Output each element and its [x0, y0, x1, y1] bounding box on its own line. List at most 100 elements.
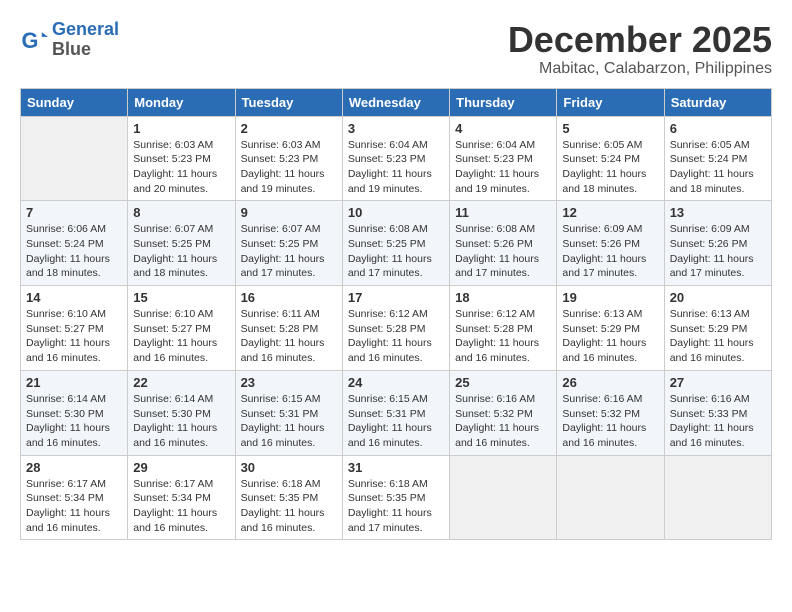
day-number: 1 — [133, 121, 229, 136]
day-number: 3 — [348, 121, 444, 136]
day-header-friday: Friday — [557, 88, 664, 116]
day-number: 2 — [241, 121, 337, 136]
day-info: Sunrise: 6:11 AMSunset: 5:28 PMDaylight:… — [241, 307, 337, 366]
day-header-sunday: Sunday — [21, 88, 128, 116]
day-info: Sunrise: 6:10 AMSunset: 5:27 PMDaylight:… — [26, 307, 122, 366]
day-info: Sunrise: 6:14 AMSunset: 5:30 PMDaylight:… — [133, 392, 229, 451]
day-number: 19 — [562, 290, 658, 305]
day-cell — [450, 455, 557, 540]
day-number: 7 — [26, 205, 122, 220]
day-number: 12 — [562, 205, 658, 220]
day-info: Sunrise: 6:17 AMSunset: 5:34 PMDaylight:… — [26, 477, 122, 536]
day-number: 29 — [133, 460, 229, 475]
day-info: Sunrise: 6:12 AMSunset: 5:28 PMDaylight:… — [348, 307, 444, 366]
day-info: Sunrise: 6:15 AMSunset: 5:31 PMDaylight:… — [348, 392, 444, 451]
day-cell: 17 Sunrise: 6:12 AMSunset: 5:28 PMDayligh… — [342, 286, 449, 371]
calendar-table: SundayMondayTuesdayWednesdayThursdayFrid… — [20, 88, 772, 541]
day-header-thursday: Thursday — [450, 88, 557, 116]
day-info: Sunrise: 6:05 AMSunset: 5:24 PMDaylight:… — [562, 138, 658, 197]
day-number: 15 — [133, 290, 229, 305]
day-number: 31 — [348, 460, 444, 475]
day-cell: 18 Sunrise: 6:12 AMSunset: 5:28 PMDayligh… — [450, 286, 557, 371]
day-cell: 26Sunrise: 6:16 AMSunset: 5:32 PMDayligh… — [557, 370, 664, 455]
day-cell: 4 Sunrise: 6:04 AMSunset: 5:23 PMDaylight… — [450, 116, 557, 201]
day-info: Sunrise: 6:13 AMSunset: 5:29 PMDaylight:… — [562, 307, 658, 366]
svg-text:G: G — [22, 28, 39, 53]
day-cell: 11Sunrise: 6:08 AMSunset: 5:26 PMDayligh… — [450, 201, 557, 286]
day-cell — [557, 455, 664, 540]
logo-icon: G — [20, 26, 48, 54]
day-cell: 1 Sunrise: 6:03 AMSunset: 5:23 PMDaylight… — [128, 116, 235, 201]
day-cell: 13 Sunrise: 6:09 AMSunset: 5:26 PMDayligh… — [664, 201, 771, 286]
day-header-monday: Monday — [128, 88, 235, 116]
day-info: Sunrise: 6:17 AMSunset: 5:34 PMDaylight:… — [133, 477, 229, 536]
day-cell: 5 Sunrise: 6:05 AMSunset: 5:24 PMDaylight… — [557, 116, 664, 201]
day-header-saturday: Saturday — [664, 88, 771, 116]
day-number: 8 — [133, 205, 229, 220]
day-number: 22 — [133, 375, 229, 390]
day-number: 18 — [455, 290, 551, 305]
day-number: 25 — [455, 375, 551, 390]
title-block: December 2025 Mabitac, Calabarzon, Phili… — [508, 20, 772, 78]
day-cell: 31 Sunrise: 6:18 AMSunset: 5:35 PMDayligh… — [342, 455, 449, 540]
day-cell: 24 Sunrise: 6:15 AMSunset: 5:31 PMDayligh… — [342, 370, 449, 455]
day-cell: 21Sunrise: 6:14 AMSunset: 5:30 PMDayligh… — [21, 370, 128, 455]
day-number: 24 — [348, 375, 444, 390]
day-cell: 14 Sunrise: 6:10 AMSunset: 5:27 PMDayligh… — [21, 286, 128, 371]
day-info: Sunrise: 6:09 AMSunset: 5:26 PMDaylight:… — [670, 222, 766, 281]
logo: G GeneralBlue — [20, 20, 119, 60]
day-info: Sunrise: 6:07 AMSunset: 5:25 PMDaylight:… — [241, 222, 337, 281]
week-row-4: 21Sunrise: 6:14 AMSunset: 5:30 PMDayligh… — [21, 370, 772, 455]
day-info: Sunrise: 6:16 AMSunset: 5:33 PMDaylight:… — [670, 392, 766, 451]
day-cell: 9 Sunrise: 6:07 AMSunset: 5:25 PMDaylight… — [235, 201, 342, 286]
day-cell: 29 Sunrise: 6:17 AMSunset: 5:34 PMDayligh… — [128, 455, 235, 540]
day-info: Sunrise: 6:08 AMSunset: 5:25 PMDaylight:… — [348, 222, 444, 281]
day-info: Sunrise: 6:05 AMSunset: 5:24 PMDaylight:… — [670, 138, 766, 197]
day-cell: 23Sunrise: 6:15 AMSunset: 5:31 PMDayligh… — [235, 370, 342, 455]
day-number: 4 — [455, 121, 551, 136]
day-number: 10 — [348, 205, 444, 220]
day-number: 28 — [26, 460, 122, 475]
day-header-wednesday: Wednesday — [342, 88, 449, 116]
day-info: Sunrise: 6:04 AMSunset: 5:23 PMDaylight:… — [455, 138, 551, 197]
day-number: 14 — [26, 290, 122, 305]
day-info: Sunrise: 6:08 AMSunset: 5:26 PMDaylight:… — [455, 222, 551, 281]
day-cell: 10 Sunrise: 6:08 AMSunset: 5:25 PMDayligh… — [342, 201, 449, 286]
day-info: Sunrise: 6:12 AMSunset: 5:28 PMDaylight:… — [455, 307, 551, 366]
day-number: 9 — [241, 205, 337, 220]
day-info: Sunrise: 6:06 AMSunset: 5:24 PMDaylight:… — [26, 222, 122, 281]
day-info: Sunrise: 6:18 AMSunset: 5:35 PMDaylight:… — [348, 477, 444, 536]
day-info: Sunrise: 6:16 AMSunset: 5:32 PMDaylight:… — [562, 392, 658, 451]
day-cell: 8Sunrise: 6:07 AMSunset: 5:25 PMDaylight… — [128, 201, 235, 286]
week-row-3: 14 Sunrise: 6:10 AMSunset: 5:27 PMDayligh… — [21, 286, 772, 371]
day-info: Sunrise: 6:13 AMSunset: 5:29 PMDaylight:… — [670, 307, 766, 366]
day-cell: 3Sunrise: 6:04 AMSunset: 5:23 PMDaylight… — [342, 116, 449, 201]
day-number: 5 — [562, 121, 658, 136]
day-cell — [21, 116, 128, 201]
day-cell: 20 Sunrise: 6:13 AMSunset: 5:29 PMDayligh… — [664, 286, 771, 371]
week-row-5: 28 Sunrise: 6:17 AMSunset: 5:34 PMDayligh… — [21, 455, 772, 540]
day-info: Sunrise: 6:03 AMSunset: 5:23 PMDaylight:… — [241, 138, 337, 197]
day-info: Sunrise: 6:15 AMSunset: 5:31 PMDaylight:… — [241, 392, 337, 451]
day-number: 13 — [670, 205, 766, 220]
day-info: Sunrise: 6:03 AMSunset: 5:23 PMDaylight:… — [133, 138, 229, 197]
day-cell — [664, 455, 771, 540]
day-cell: 25 Sunrise: 6:16 AMSunset: 5:32 PMDayligh… — [450, 370, 557, 455]
day-cell: 22 Sunrise: 6:14 AMSunset: 5:30 PMDayligh… — [128, 370, 235, 455]
day-header-tuesday: Tuesday — [235, 88, 342, 116]
day-number: 17 — [348, 290, 444, 305]
day-cell: 19 Sunrise: 6:13 AMSunset: 5:29 PMDayligh… — [557, 286, 664, 371]
day-info: Sunrise: 6:16 AMSunset: 5:32 PMDaylight:… — [455, 392, 551, 451]
day-number: 16 — [241, 290, 337, 305]
day-info: Sunrise: 6:10 AMSunset: 5:27 PMDaylight:… — [133, 307, 229, 366]
day-number: 20 — [670, 290, 766, 305]
day-cell: 16 Sunrise: 6:11 AMSunset: 5:28 PMDayligh… — [235, 286, 342, 371]
logo-text: GeneralBlue — [52, 20, 119, 60]
day-cell: 7 Sunrise: 6:06 AMSunset: 5:24 PMDaylight… — [21, 201, 128, 286]
page-header: G GeneralBlue December 2025 Mabitac, Cal… — [20, 20, 772, 78]
week-row-2: 7 Sunrise: 6:06 AMSunset: 5:24 PMDaylight… — [21, 201, 772, 286]
week-row-1: 1 Sunrise: 6:03 AMSunset: 5:23 PMDaylight… — [21, 116, 772, 201]
day-number: 27 — [670, 375, 766, 390]
day-number: 6 — [670, 121, 766, 136]
day-number: 30 — [241, 460, 337, 475]
